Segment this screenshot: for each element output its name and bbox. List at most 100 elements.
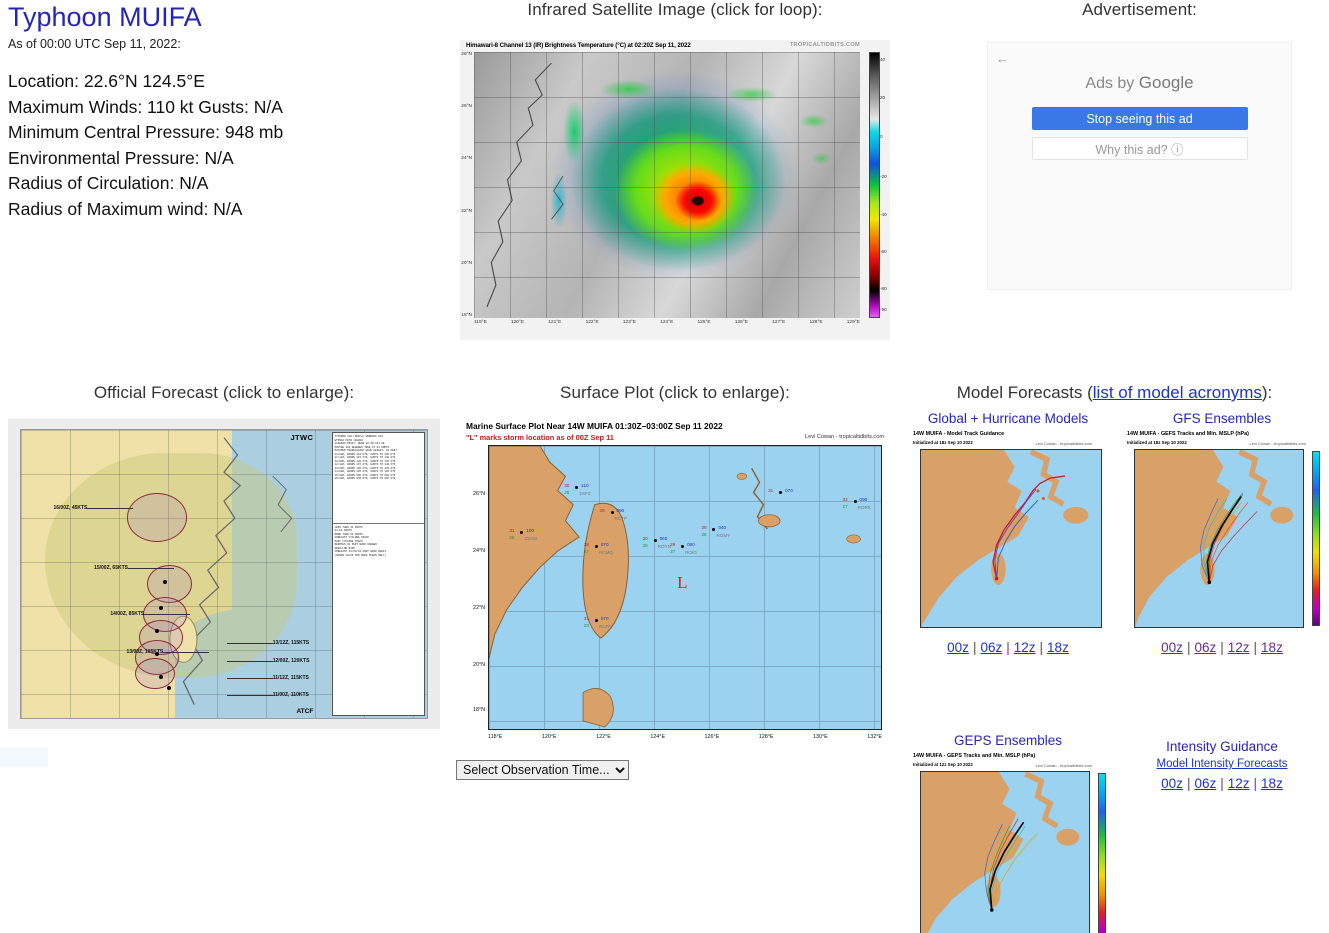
intensity-time-link-00z[interactable]: 00z [1161, 776, 1183, 791]
station-dewpoint: 27 [842, 503, 848, 509]
satellite-ir-field [474, 52, 860, 318]
station-id: ROIG [685, 550, 697, 556]
ad-iframe[interactable]: ← Ads by Google Stop seeing this ad Why … [987, 42, 1292, 290]
observation-time-select[interactable]: Select Observation Time... [456, 760, 629, 780]
cbar-tick: -80 [880, 286, 887, 292]
station-dot [610, 511, 614, 515]
station-dewpoint: 27 [583, 549, 589, 555]
why-this-ad-button[interactable]: Why this ad? ⓘ [1031, 137, 1248, 160]
model-intensity-forecasts-link[interactable]: Model Intensity Forecasts [1122, 758, 1322, 770]
x-tick: 119°E [474, 320, 487, 325]
link-separator: | [1253, 640, 1258, 655]
intensity-time-link-06z[interactable]: 06z [1194, 776, 1216, 791]
geps-tracks-image[interactable]: 14W MUIFA - GEPS Tracks and Min. MSLP (h… [908, 751, 1108, 933]
storm-env-pressure: Environmental Pressure: N/A [8, 147, 234, 168]
x-tick: 128°E [809, 320, 823, 325]
surface-plot-title: Surface Plot (click to enlarge): [560, 383, 790, 402]
station-id: RCTP [614, 516, 628, 522]
forecast-track-label: 13/00Z, 105KTS [126, 648, 209, 655]
storm-max-winds: Maximum Winds: 110 kt Gusts: N/A [8, 96, 283, 117]
model-time-link-00z[interactable]: 00z [947, 640, 969, 655]
model-coastlines [1135, 450, 1294, 627]
gefs-tracks-image[interactable]: 14W MUIFA - GEFS Tracks and Min. MSLP (h… [1122, 429, 1322, 634]
storm-info-panel: Typhoon MUIFA As of 00:00 UTC Sep 11, 20… [8, 2, 448, 222]
station-dewpoint: 26 [701, 532, 707, 538]
surface-plot-subheading: "L" marks storm location as of 00Z Sep 1… [466, 433, 614, 442]
forecast-track-label: 15/00Z, 65KTS [94, 565, 174, 572]
station-pressure: 070 [600, 542, 609, 548]
link-separator: | [1186, 640, 1191, 655]
y-tick: 18°N [461, 312, 472, 318]
stop-seeing-ad-button[interactable]: Stop seeing this ad [1031, 107, 1248, 130]
advertisement-panel-title: Advertisement: [1082, 0, 1197, 19]
link-separator: | [1220, 640, 1224, 655]
surface-plot-x-axis: 118°E 120°E 122°E 124°E 126°E 128°E 130°… [488, 734, 882, 746]
x-tick: 126°E [704, 734, 720, 740]
forecast-legend-text: LESS THAN 34 KNOTS 34-63 KNOTS MORE THAN… [332, 522, 424, 560]
satellite-gridlines [474, 52, 860, 318]
station-id: RORK [857, 504, 871, 510]
station-temp: 31 [583, 615, 589, 621]
station-id: ZSAM [524, 535, 538, 541]
forecast-position-dot [159, 605, 164, 610]
station-pressure: 100 [526, 527, 535, 533]
station-pressure: 070 [600, 615, 609, 621]
y-tick: 18°N [472, 707, 485, 714]
model-time-link-18z[interactable]: 18z [1261, 640, 1283, 655]
forecast-map: 16/00Z, 45KTS 15/00Z, 65KTS 14/00Z, 85KT… [20, 429, 428, 719]
station-dot [575, 485, 579, 489]
model-time-link-00z[interactable]: 00z [1161, 640, 1183, 655]
forecast-track-label: 13/12Z, 115KTS [226, 640, 310, 647]
google-brand-text: Google [1138, 73, 1194, 92]
official-forecast-image[interactable]: 16/00Z, 45KTS 15/00Z, 65KTS 14/00Z, 85KT… [8, 419, 440, 729]
model-coastlines [921, 450, 1089, 627]
station-pressure: 060 [687, 542, 695, 548]
surface-plot-panel: Surface Plot (click to enlarge): Marine … [450, 383, 900, 780]
x-tick: 121°E [548, 320, 562, 325]
model-image-credit: Levi Cowan - tropicaltidbits.com [1035, 763, 1092, 768]
surface-plot-image[interactable]: Marine Surface Plot Near 14W MUIFA 01:30… [460, 419, 890, 754]
satellite-x-axis: 119°E 120°E 121°E 122°E 123°E 124°E 125°… [474, 320, 860, 334]
model-time-link-12z[interactable]: 12z [1228, 640, 1250, 655]
model-time-link-06z[interactable]: 06z [1194, 640, 1216, 655]
y-tick: 24°N [461, 156, 472, 162]
intensity-guidance-label: Intensity Guidance [1166, 739, 1278, 754]
intensity-time-links: 00z | 06z | 12z | 18z [1122, 776, 1322, 791]
satellite-panel-title: Infrared Satellite Image (click for loop… [527, 0, 823, 19]
station-id: RCMQ [598, 550, 613, 556]
model-time-link-06z[interactable]: 06z [980, 640, 1002, 655]
cbar-tick: 0 [880, 134, 883, 140]
storm-asof-timestamp: As of 00:00 UTC Sep 11, 2022: [8, 37, 181, 52]
station-dewpoint: 28 [509, 534, 515, 540]
official-forecast-panel: Official Forecast (click to enlarge): 16… [0, 383, 448, 729]
model-time-link-12z[interactable]: 12z [1014, 640, 1036, 655]
geps-colorbar [1098, 773, 1106, 933]
model-acronyms-link[interactable]: list of model acronyms [1093, 383, 1262, 402]
back-arrow-icon[interactable]: ← [996, 51, 1009, 66]
x-tick: 120°E [541, 734, 557, 740]
model-image-title: 14W MUIFA - GEFS Tracks and Min. MSLP (h… [1127, 431, 1249, 437]
y-tick: 28°N [461, 52, 472, 57]
station-dewpoint: 28 [642, 543, 648, 549]
model-panel-label: GEPS Ensembles [953, 733, 1063, 748]
x-tick: 123°E [622, 320, 637, 325]
station-dewpoint: 27 [670, 549, 676, 555]
station-dot [853, 499, 857, 503]
x-tick: 122°E [596, 734, 611, 740]
cbar-tick: -40 [880, 211, 887, 217]
model-track-guidance-image[interactable]: 14W MUIFA - Model Track Guidance Initial… [908, 429, 1108, 634]
storm-location: Location: 22.6°N 124.5°E [8, 71, 205, 92]
x-tick: 129°E [846, 320, 860, 325]
forecast-track-label: 14/00Z, 85KTS [110, 611, 190, 618]
link-separator: | [1253, 776, 1258, 791]
intensity-time-link-12z[interactable]: 12z [1228, 776, 1250, 791]
station-pressure: 090 [859, 496, 868, 502]
model-time-link-18z[interactable]: 18z [1047, 640, 1069, 655]
intensity-time-link-18z[interactable]: 18z [1261, 776, 1283, 791]
model-panel-geps-ensembles: GEPS Ensembles 14W MUIFA - GEPS Tracks a… [908, 733, 1108, 933]
satellite-image[interactable]: Himawari-8 Channel 13 (IR) Brightness Te… [460, 40, 890, 340]
surface-plot-heading: Marine Surface Plot Near 14W MUIFA 01:30… [466, 421, 723, 431]
station-temp: 29 [701, 525, 707, 531]
model-forecasts-title-prefix: Model Forecasts ( [956, 383, 1093, 402]
x-tick: 130°E [813, 734, 828, 740]
